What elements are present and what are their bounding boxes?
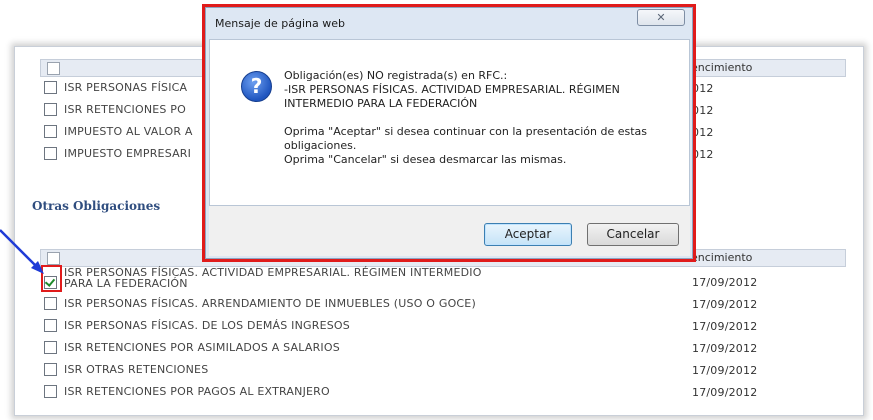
message-line: obligaciones. xyxy=(284,139,357,152)
close-icon: ✕ xyxy=(656,11,666,24)
message-line: INTERMEDIO PARA LA FEDERACIÓN xyxy=(284,97,478,110)
message-line: -ISR PERSONAS FÍSICAS. ACTIVIDAD EMPRESA… xyxy=(284,83,620,96)
message-dialog: Mensaje de página web ✕ ? Obligación(es)… xyxy=(205,7,693,259)
message-line: Oprima "Cancelar" si desea desmarcar las… xyxy=(284,153,567,166)
question-icon: ? xyxy=(241,71,272,102)
dialog-title: Mensaje de página web xyxy=(215,17,345,30)
accept-button[interactable]: Aceptar xyxy=(484,223,572,246)
dialog-body: ? Obligación(es) NO registrada(s) en RFC… xyxy=(209,39,690,206)
close-button[interactable]: ✕ xyxy=(637,9,685,26)
cancel-button[interactable]: Cancelar xyxy=(587,223,679,246)
dialog-footer: Aceptar Cancelar xyxy=(209,206,690,256)
message-line: Oprima "Aceptar" si desea continuar con … xyxy=(284,125,648,138)
message-line: Obligación(es) NO registrada(s) en RFC.: xyxy=(284,69,508,82)
dialog-message: Obligación(es) NO registrada(s) en RFC.:… xyxy=(284,69,684,167)
